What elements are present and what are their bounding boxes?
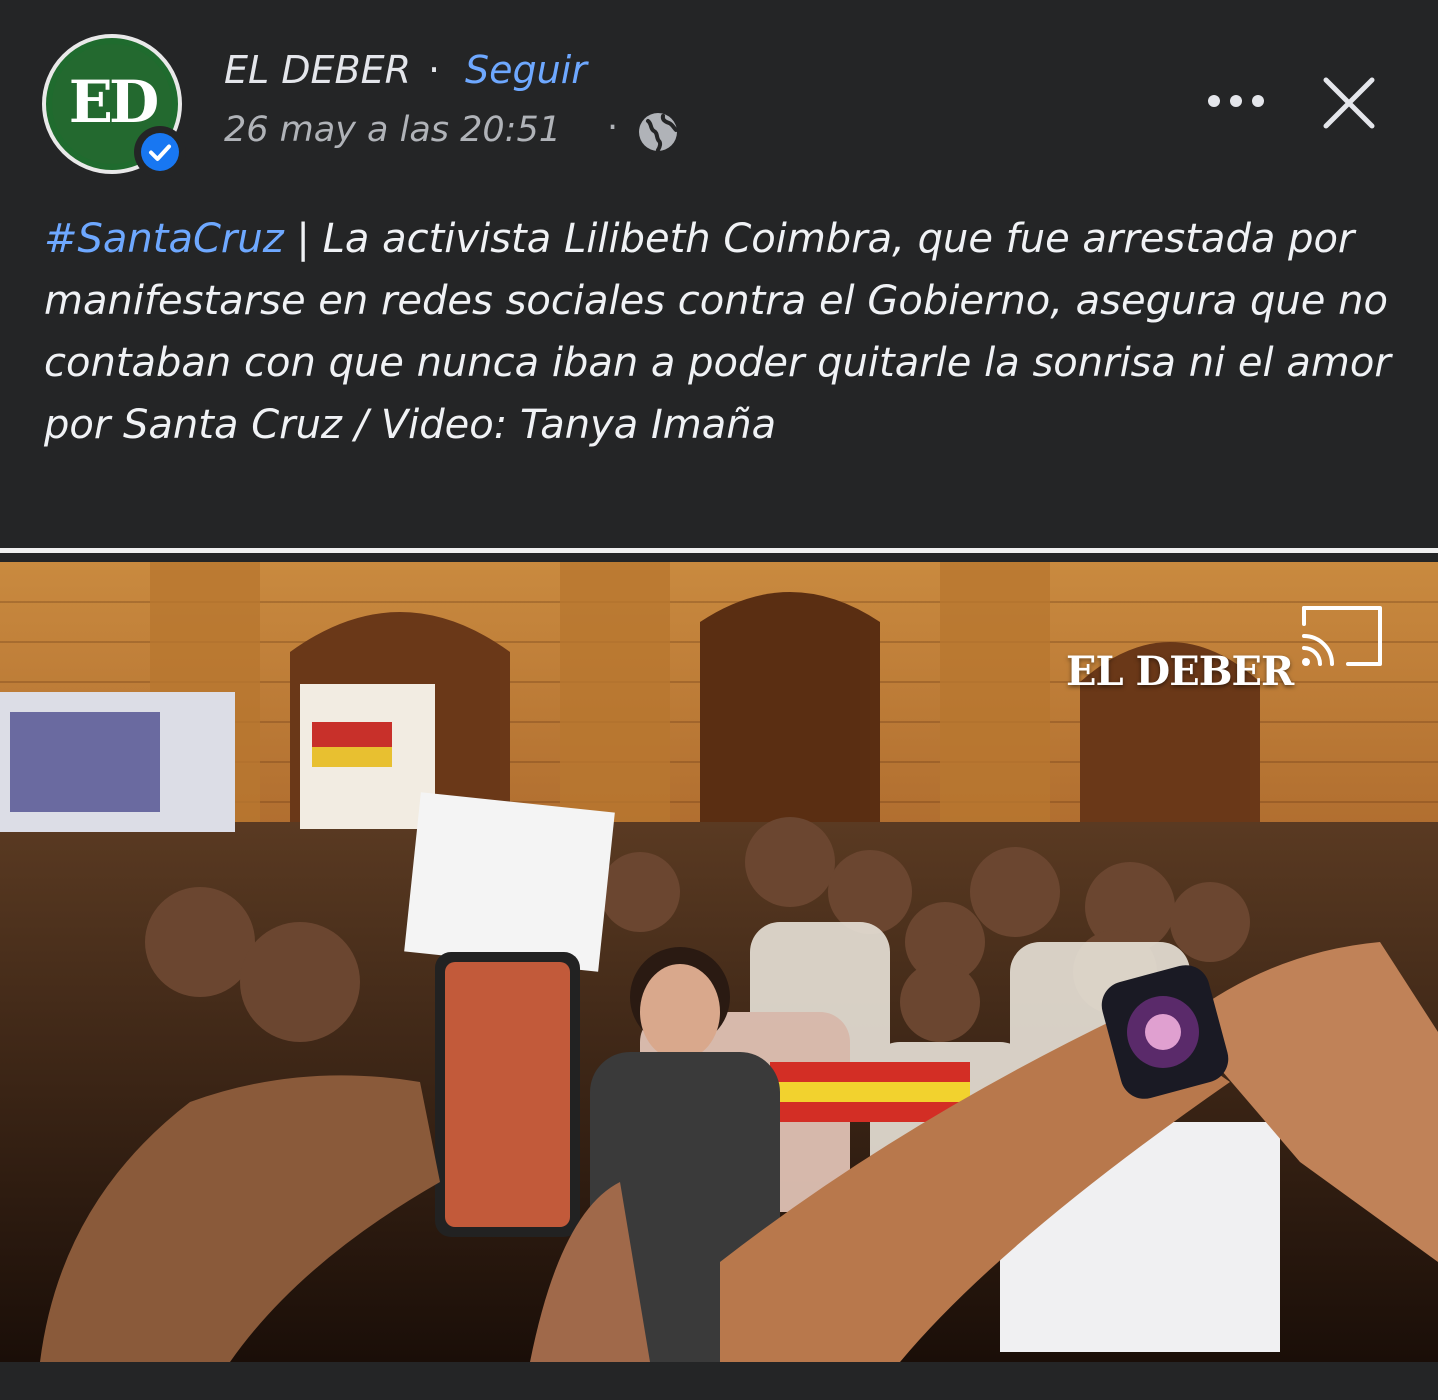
- name-separator: ·: [428, 48, 441, 92]
- globe-icon: [636, 110, 680, 154]
- follow-button[interactable]: Seguir: [465, 48, 587, 92]
- bottom-bar: [0, 1362, 1438, 1400]
- more-options-icon[interactable]: [1200, 78, 1272, 124]
- avatar-text: ED: [68, 68, 159, 136]
- post-caption: #SantaCruz | La activista Lilibeth Coimb…: [44, 208, 1414, 456]
- post-timestamp[interactable]: 26 may a las 20:51: [224, 110, 561, 150]
- page-name-link[interactable]: EL DEBER: [224, 48, 411, 92]
- time-separator: ·: [607, 108, 619, 148]
- post-header: ED EL DEBER · Seguir 26 may a las 20:51 …: [0, 0, 1438, 200]
- video-watermark: EL DEBER: [1066, 648, 1294, 695]
- media-divider: [0, 548, 1438, 553]
- video-player[interactable]: EL DEBER: [0, 562, 1438, 1362]
- verified-badge-icon: [134, 126, 186, 178]
- hashtag-link[interactable]: #SantaCruz: [44, 216, 284, 262]
- post-viewer: ED EL DEBER · Seguir 26 may a las 20:51 …: [0, 0, 1438, 1400]
- close-icon[interactable]: [1316, 70, 1382, 136]
- cast-icon[interactable]: [1296, 602, 1386, 670]
